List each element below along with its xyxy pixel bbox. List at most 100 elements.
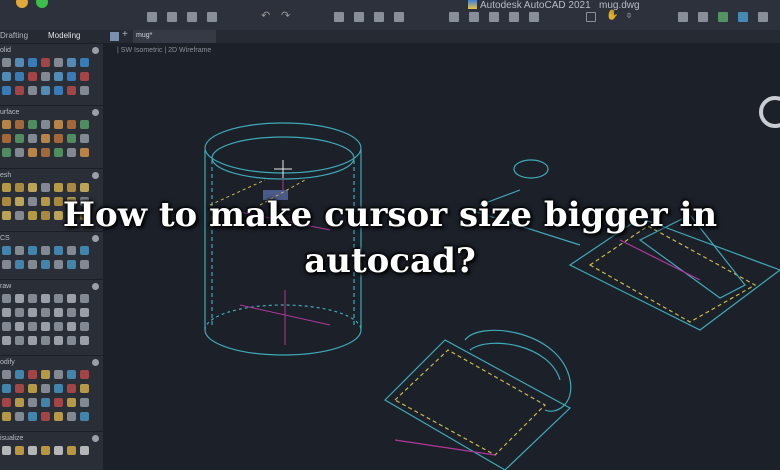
tool-icon[interactable]	[80, 294, 89, 303]
undo-icon[interactable]: ↶	[261, 9, 271, 22]
tool-icon[interactable]	[54, 120, 63, 129]
tool-icon[interactable]	[28, 134, 37, 143]
tool-icon[interactable]	[41, 370, 50, 379]
tool-icon[interactable]	[41, 446, 50, 455]
redo-icon[interactable]: ↷	[281, 9, 291, 22]
tool-icon[interactable]	[2, 72, 11, 81]
tool-icon[interactable]	[2, 148, 11, 157]
tool-icon[interactable]	[54, 183, 63, 192]
save-as-icon[interactable]	[207, 12, 217, 22]
open-icon[interactable]	[167, 12, 177, 22]
plot-preview-icon[interactable]	[354, 12, 364, 22]
tool-icon[interactable]	[54, 336, 63, 345]
tool-icon[interactable]	[54, 412, 63, 421]
tool-icon[interactable]	[67, 412, 76, 421]
tool-icon[interactable]	[67, 370, 76, 379]
tool-icon[interactable]	[67, 308, 76, 317]
properties-icon[interactable]	[449, 12, 459, 22]
tool-icon[interactable]	[15, 134, 24, 143]
tool-icon[interactable]	[28, 308, 37, 317]
tool-icon[interactable]	[80, 86, 89, 95]
tool-icon[interactable]	[67, 183, 76, 192]
tool-icon[interactable]	[41, 120, 50, 129]
tool-icon[interactable]	[54, 148, 63, 157]
tool-icon[interactable]	[41, 86, 50, 95]
tool-icon[interactable]	[54, 86, 63, 95]
tool-icon[interactable]	[54, 446, 63, 455]
tool-icon[interactable]	[41, 398, 50, 407]
tool-icon[interactable]	[2, 294, 11, 303]
zoom-window-icon[interactable]	[586, 12, 596, 22]
tool-icon[interactable]	[80, 308, 89, 317]
tool-icon[interactable]	[28, 322, 37, 331]
tool-icon[interactable]	[28, 384, 37, 393]
tool-icon[interactable]	[67, 120, 76, 129]
tool-icon[interactable]	[67, 72, 76, 81]
sheet-icon[interactable]	[394, 12, 404, 22]
tool-icon[interactable]	[67, 58, 76, 67]
tool-icon[interactable]	[54, 370, 63, 379]
tool-icon[interactable]	[41, 336, 50, 345]
view-control[interactable]: SW Isometric	[121, 47, 163, 54]
tool-icon[interactable]	[15, 384, 24, 393]
tool-icon[interactable]	[2, 336, 11, 345]
section-options-icon[interactable]	[92, 359, 99, 366]
tool-icon[interactable]	[2, 398, 11, 407]
tool-icon[interactable]	[15, 294, 24, 303]
tool-icon[interactable]	[41, 134, 50, 143]
tool-icon[interactable]	[41, 183, 50, 192]
isolate-icon[interactable]	[718, 12, 728, 22]
new-tab-icon[interactable]: +	[122, 29, 128, 40]
tool-icon[interactable]	[54, 322, 63, 331]
tool-icon[interactable]	[67, 336, 76, 345]
minimize-button[interactable]	[16, 0, 28, 8]
tool-icon[interactable]	[67, 322, 76, 331]
document-tab[interactable]: mug*	[133, 30, 216, 43]
tool-icon[interactable]	[80, 58, 89, 67]
tool-icon[interactable]	[80, 72, 89, 81]
tool-icon[interactable]	[2, 446, 11, 455]
tool-icon[interactable]	[67, 398, 76, 407]
tool-icon[interactable]	[15, 370, 24, 379]
tool-icon[interactable]	[67, 86, 76, 95]
tool-icon[interactable]	[15, 412, 24, 421]
tab-modeling[interactable]: Modeling	[48, 31, 80, 40]
tool-icon[interactable]	[54, 134, 63, 143]
tool-icon[interactable]	[28, 370, 37, 379]
layers-icon[interactable]	[469, 12, 479, 22]
tool-icon[interactable]	[67, 134, 76, 143]
tool-icon[interactable]	[15, 148, 24, 157]
tool-icon[interactable]	[54, 58, 63, 67]
tool-icon[interactable]	[80, 322, 89, 331]
tool-icon[interactable]	[28, 148, 37, 157]
tool-icon[interactable]	[80, 134, 89, 143]
tool-icon[interactable]	[15, 446, 24, 455]
maximize-button[interactable]	[36, 0, 48, 8]
match-properties-icon[interactable]	[678, 12, 688, 22]
tool-icon[interactable]	[54, 72, 63, 81]
tool-icon[interactable]	[15, 183, 24, 192]
section-options-icon[interactable]	[92, 435, 99, 442]
tool-icon[interactable]	[28, 294, 37, 303]
tool-icon[interactable]	[67, 446, 76, 455]
tool-icon[interactable]	[80, 398, 89, 407]
new-icon[interactable]	[147, 12, 157, 22]
section-options-icon[interactable]	[92, 109, 99, 116]
tool-icon[interactable]	[54, 294, 63, 303]
tab-drafting[interactable]: Drafting	[0, 31, 28, 40]
tool-icon[interactable]	[80, 336, 89, 345]
plot-icon[interactable]	[334, 12, 344, 22]
viewcube-icon[interactable]	[759, 96, 780, 128]
tool-icon[interactable]	[28, 58, 37, 67]
tool-icon[interactable]	[15, 322, 24, 331]
tool-icon[interactable]	[41, 308, 50, 317]
orbit-icon[interactable]: ⌽	[626, 10, 636, 21]
tool-icon[interactable]	[15, 86, 24, 95]
tool-icon[interactable]	[80, 148, 89, 157]
tool-icon[interactable]	[28, 86, 37, 95]
tool-icon[interactable]	[2, 412, 11, 421]
tool-icon[interactable]	[41, 72, 50, 81]
tool-icon[interactable]	[2, 370, 11, 379]
block-icon[interactable]	[489, 12, 499, 22]
tool-icon[interactable]	[80, 370, 89, 379]
